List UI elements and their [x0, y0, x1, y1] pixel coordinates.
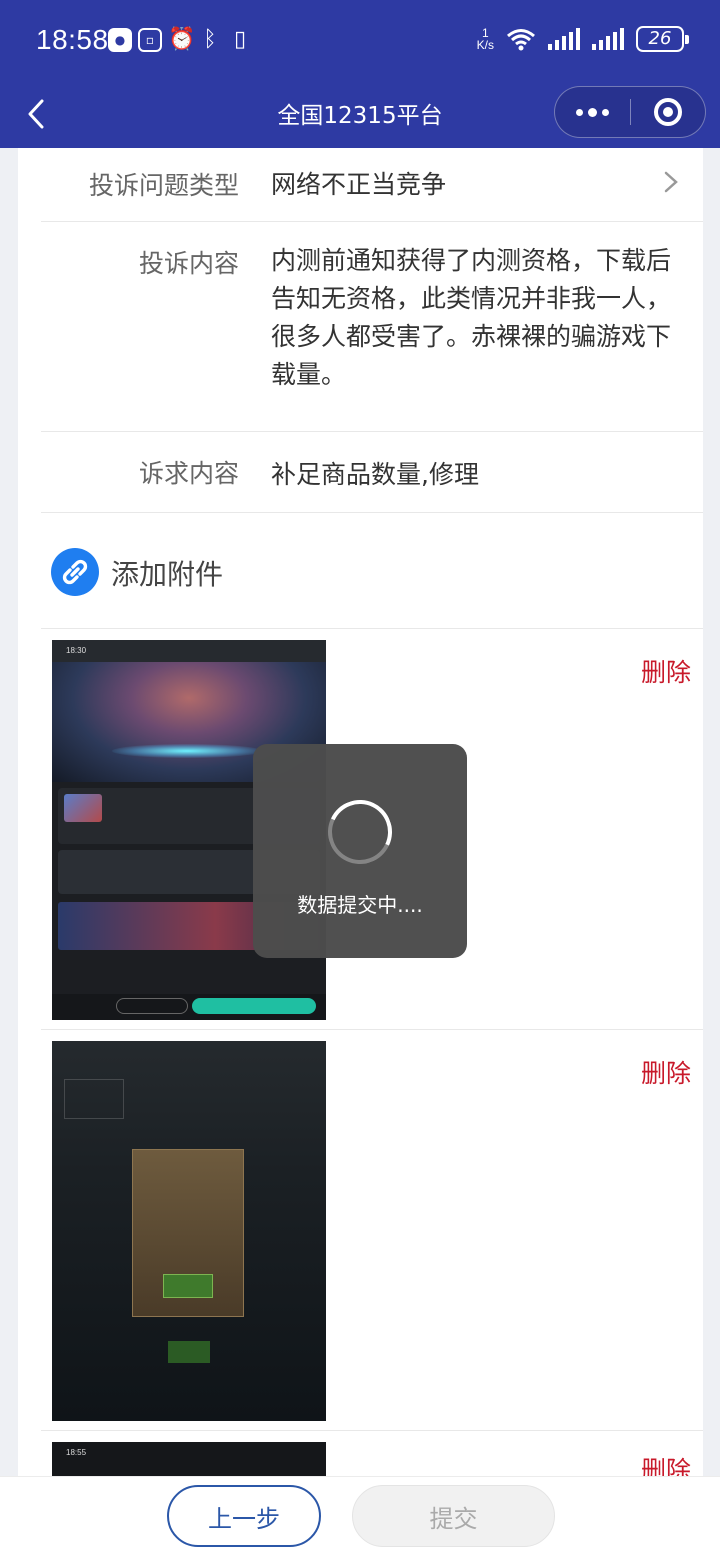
target-icon	[653, 98, 682, 126]
thumbnail-status-time: 18:30	[52, 640, 326, 662]
status-left-icons: ● ▫ ⏰ ᛒ ▯	[108, 28, 252, 52]
close-mini-program-button[interactable]	[631, 87, 706, 137]
attachment-item: 18:55 删除	[41, 1431, 703, 1478]
complaint-content-value: 内测前通知获得了内测资格，下载后告知无资格，此类情况并非我一人，很多人都受害了。…	[271, 246, 672, 389]
attachment-thumbnail[interactable]: 18:55	[52, 1442, 326, 1478]
signal-icon-2	[592, 28, 624, 50]
net-speed: 1 K/s	[476, 26, 494, 52]
status-right-icons: 1 K/s 26	[476, 26, 689, 52]
complaint-type-label: 投诉问题类型	[88, 171, 239, 200]
signal-icon	[548, 28, 580, 50]
delete-attachment-button[interactable]: 删除	[641, 1054, 691, 1090]
link-icon	[51, 548, 99, 596]
loading-spinner-icon	[318, 790, 402, 874]
bluetooth-icon: ᛒ	[203, 27, 217, 52]
delete-attachment-button[interactable]: 删除	[641, 653, 691, 689]
app-icon: ▫	[138, 28, 162, 52]
loading-toast: 数据提交中....	[253, 744, 467, 958]
bottom-action-bar: 上一步 提交	[0, 1476, 720, 1554]
request-content-value: 补足商品数量,修理	[271, 460, 479, 489]
attachment-thumbnail[interactable]	[52, 1041, 326, 1421]
request-content-label: 诉求内容	[138, 459, 239, 488]
previous-step-button[interactable]: 上一步	[167, 1485, 321, 1547]
add-attachment-button[interactable]: 添加附件	[41, 513, 703, 629]
attachment-item: 删除	[41, 1030, 703, 1431]
submit-button[interactable]: 提交	[352, 1485, 555, 1547]
vibrate-icon: ▯	[233, 27, 247, 52]
more-button[interactable]	[555, 87, 630, 137]
alarm-icon: ⏰	[168, 27, 196, 52]
complaint-type-row[interactable]: 投诉问题类型 网络不正当竞争	[41, 148, 703, 222]
status-time: 18:58	[36, 24, 109, 55]
more-dots-icon	[575, 108, 583, 116]
battery-icon: 26	[636, 26, 689, 52]
thumbnail-status-time: 18:55	[66, 1448, 87, 1457]
request-content-row: 诉求内容 补足商品数量,修理	[41, 432, 703, 513]
wechat-icon: ●	[108, 28, 132, 52]
chevron-right-icon	[664, 171, 678, 193]
loading-text: 数据提交中....	[297, 893, 423, 917]
wifi-icon	[507, 29, 535, 51]
complaint-content-label: 投诉内容	[138, 249, 239, 278]
complaint-type-value: 网络不正当竞争	[271, 170, 447, 199]
nav-bar: 全国12315平台	[0, 80, 720, 148]
status-bar: 18:58 ● ▫ ⏰ ᛒ ▯ 1 K/s 26	[0, 0, 720, 80]
complaint-content-row: 投诉内容 内测前通知获得了内测资格，下载后告知无资格，此类情况并非我一人，很多人…	[41, 222, 703, 432]
mini-program-capsule	[554, 86, 706, 138]
delete-attachment-button[interactable]: 删除	[641, 1451, 691, 1478]
add-attachment-label: 添加附件	[111, 558, 224, 591]
